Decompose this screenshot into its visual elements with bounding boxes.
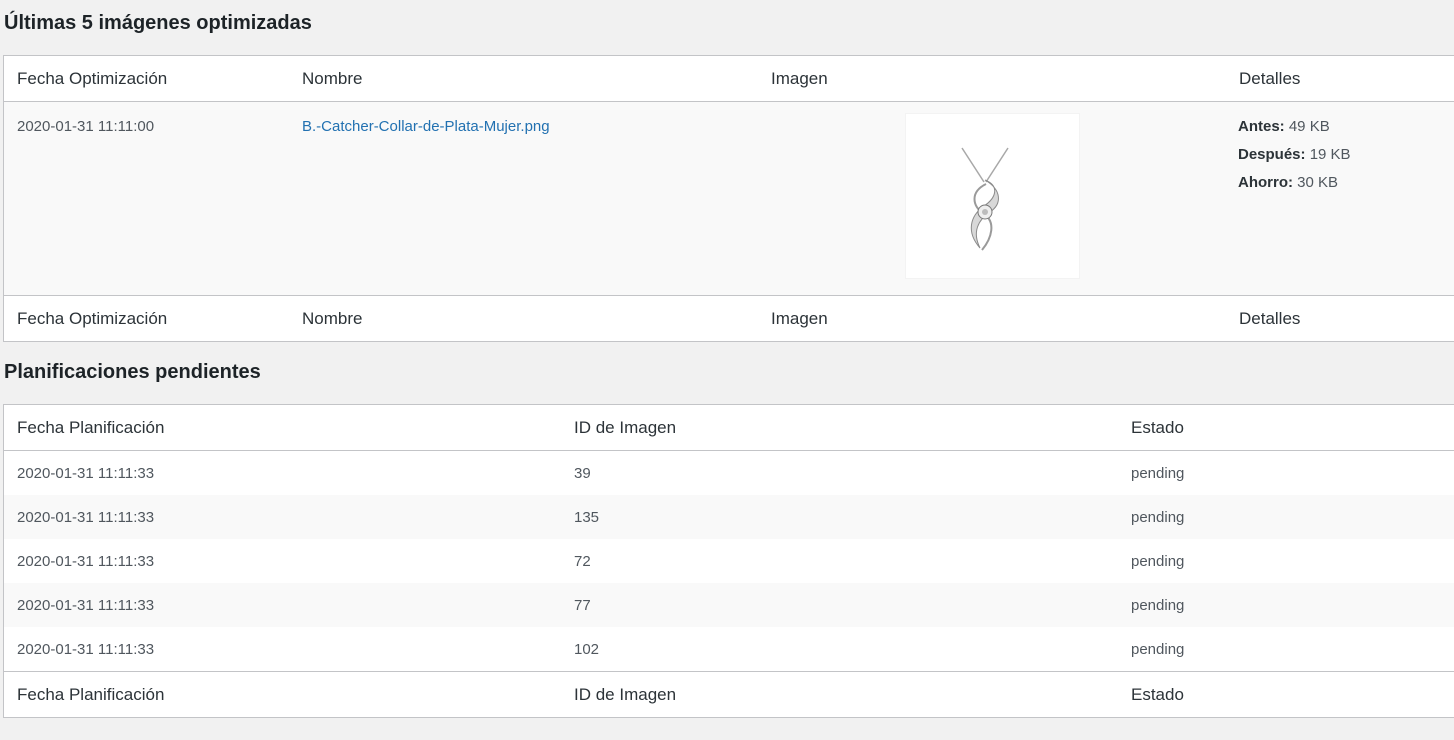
image-name-link[interactable]: B.-Catcher-Collar-de-Plata-Mujer.png <box>302 118 550 135</box>
detail-saving: Ahorro: 30 KB <box>1238 174 1339 191</box>
necklace-icon <box>961 147 1009 251</box>
foot-fecha-planificacion[interactable]: Fecha Planificación <box>17 685 164 705</box>
detail-before: Antes: 49 KB <box>1238 118 1330 135</box>
necklace-pendant-thumbnail[interactable] <box>905 113 1080 279</box>
table-row: 2020-01-31 11:11:33 39 pending <box>4 451 1454 495</box>
schedule-date: 2020-01-31 11:11:33 <box>17 465 155 482</box>
foot-imagen[interactable]: Imagen <box>771 309 828 329</box>
col-estado[interactable]: Estado <box>1131 418 1184 438</box>
optimized-footer-row: Fecha Optimización Nombre Imagen Detalle… <box>4 295 1454 341</box>
detail-after: Después: 19 KB <box>1238 146 1351 163</box>
scheduled-table: Fecha Planificación ID de Imagen Estado … <box>3 404 1454 718</box>
col-detalles[interactable]: Detalles <box>1239 69 1300 89</box>
scheduled-title: Planificaciones pendientes <box>4 361 261 383</box>
schedule-date: 2020-01-31 11:11:33 <box>17 641 155 658</box>
status: pending <box>1131 641 1185 658</box>
col-nombre[interactable]: Nombre <box>302 69 362 89</box>
schedule-date: 2020-01-31 11:11:33 <box>17 509 155 526</box>
optimized-table: Fecha Optimización Nombre Imagen Detalle… <box>3 55 1454 342</box>
foot-id-imagen[interactable]: ID de Imagen <box>574 685 676 705</box>
status: pending <box>1131 553 1185 570</box>
table-row: 2020-01-31 11:11:33 77 pending <box>4 583 1454 627</box>
foot-fecha-optimizacion[interactable]: Fecha Optimización <box>17 309 167 329</box>
image-id: 102 <box>574 641 600 658</box>
table-row: 2020-01-31 11:11:33 135 pending <box>4 495 1454 539</box>
status: pending <box>1131 509 1185 526</box>
foot-estado[interactable]: Estado <box>1131 685 1184 705</box>
details: Antes: 49 KB Después: 19 KB Ahorro: 30 K… <box>1238 118 1351 202</box>
optimization-date: 2020-01-31 11:11:00 <box>17 118 155 135</box>
optimized-title: Últimas 5 imágenes optimizadas <box>4 12 312 34</box>
status: pending <box>1131 597 1185 614</box>
image-id: 77 <box>574 597 591 614</box>
schedule-date: 2020-01-31 11:11:33 <box>17 553 155 570</box>
col-fecha-planificacion[interactable]: Fecha Planificación <box>17 418 164 438</box>
table-row: 2020-01-31 11:11:33 72 pending <box>4 539 1454 583</box>
image-id: 72 <box>574 553 591 570</box>
optimized-header-row: Fecha Optimización Nombre Imagen Detalle… <box>4 56 1454 102</box>
scheduled-header-row: Fecha Planificación ID de Imagen Estado <box>4 405 1454 451</box>
col-fecha-optimizacion[interactable]: Fecha Optimización <box>17 69 167 89</box>
foot-nombre[interactable]: Nombre <box>302 309 362 329</box>
col-imagen[interactable]: Imagen <box>771 69 828 89</box>
col-id-imagen[interactable]: ID de Imagen <box>574 418 676 438</box>
table-row: 2020-01-31 11:11:33 102 pending <box>4 627 1454 671</box>
table-row: 2020-01-31 11:11:00 B.-Catcher-Collar-de… <box>4 102 1454 295</box>
image-id: 39 <box>574 465 591 482</box>
foot-detalles[interactable]: Detalles <box>1239 309 1300 329</box>
image-id: 135 <box>574 509 600 526</box>
schedule-date: 2020-01-31 11:11:33 <box>17 597 155 614</box>
scheduled-footer-row: Fecha Planificación ID de Imagen Estado <box>4 671 1454 717</box>
status: pending <box>1131 465 1185 482</box>
